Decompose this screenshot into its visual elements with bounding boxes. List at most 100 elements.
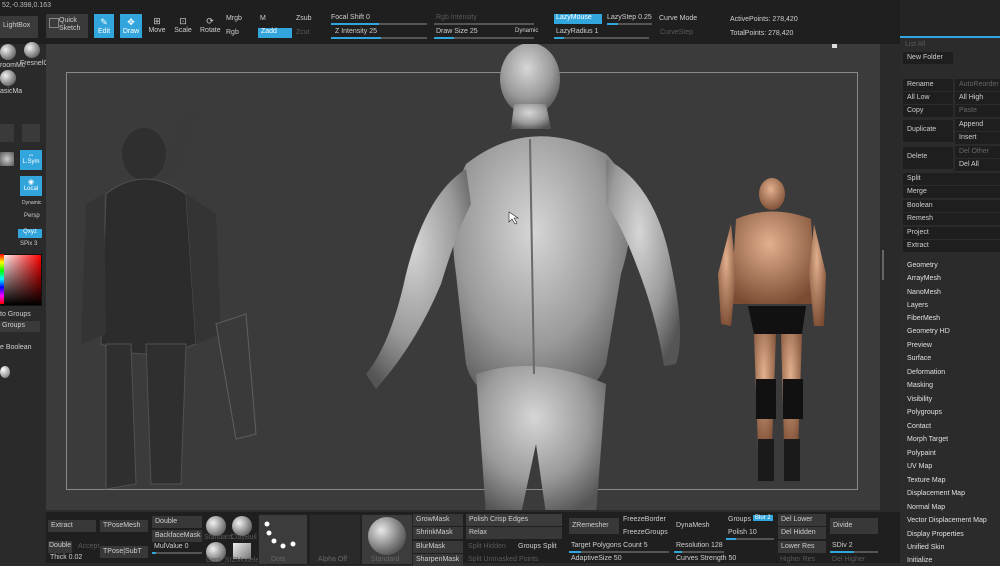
menu-polypaint[interactable]: Polypaint (907, 450, 936, 457)
groups-toggle[interactable]: Groups (728, 516, 751, 523)
freezeborder-button[interactable]: FreezeBorder (623, 516, 666, 523)
groups-split-button[interactable]: Groups Split (518, 543, 557, 550)
shrinkmask-button[interactable]: ShrinkMask (413, 527, 463, 539)
viewport-canvas[interactable] (46, 44, 880, 510)
autoreorder-button[interactable]: AutoReorder (955, 79, 1000, 91)
insert-button[interactable]: Insert (955, 132, 1000, 144)
all-low-button[interactable]: All Low (903, 92, 953, 104)
relax-button[interactable]: Relax (466, 527, 562, 539)
groups-button[interactable]: Groups (0, 321, 40, 332)
alpha-off-thumb[interactable]: Alpha Off (309, 514, 361, 565)
polish-crisp-edges-button[interactable]: Polish Crisp Edges (466, 514, 562, 526)
scale-mode-button[interactable]: ⊡ Scale (174, 16, 192, 34)
del-higher-button[interactable]: Del Higher (832, 556, 865, 563)
all-high-button[interactable]: All High (955, 92, 1000, 104)
live-boolean-button[interactable]: e Boolean (0, 344, 32, 351)
thick-slider[interactable]: Thick 0.02 (50, 554, 82, 561)
adaptive-size-slider[interactable]: AdaptiveSize 50 (571, 555, 622, 562)
persp-button[interactable]: Persp (24, 213, 40, 219)
snapshot-button[interactable] (0, 124, 14, 142)
curves-strength-slider[interactable]: Curves Strength 50 (676, 555, 736, 562)
material-sphere-2[interactable] (24, 42, 40, 58)
zsub-button[interactable]: Zsub (296, 15, 312, 22)
zcut-button[interactable]: Zcut (296, 29, 310, 36)
dynamic-toggle[interactable]: Dynamic (515, 28, 538, 34)
new-folder-button[interactable]: New Folder (903, 52, 953, 64)
lower-res-button[interactable]: Lower Res (778, 541, 826, 553)
list-all-button[interactable]: List All (905, 41, 925, 48)
split-unmasked-button[interactable]: Split Unmasked Points (468, 556, 538, 563)
sdiv-track[interactable] (830, 551, 878, 553)
z-intensity-slider[interactable]: Z Intensity 25 (335, 28, 377, 35)
mulvalue-track[interactable] (152, 552, 202, 554)
menu-masking[interactable]: Masking (907, 382, 933, 389)
target-polygons-slider[interactable]: Target Polygons Count 5 (571, 542, 648, 549)
tpose-subt-button[interactable]: TPose|SubT (100, 546, 148, 558)
extract-button[interactable]: Extract (903, 240, 1000, 252)
tposemesh-button[interactable]: TPoseMesh (100, 520, 148, 532)
polish-track[interactable] (726, 538, 774, 540)
rotate-mode-button[interactable]: ⟳ Rotate (200, 16, 221, 34)
resolution-slider[interactable]: Resolution 128 (676, 542, 723, 549)
local-button[interactable]: ◉ Local (20, 176, 42, 196)
blurmask-button[interactable]: BlurMask (413, 541, 463, 553)
menu-normal-map[interactable]: Normal Map (907, 504, 945, 511)
lazystep-track[interactable] (607, 23, 652, 25)
del-lower-button[interactable]: Del Lower (778, 514, 826, 526)
focal-shift-slider[interactable]: Focal Shift 0 (331, 14, 370, 21)
rgb-intensity-slider[interactable]: Rgb Intensity (436, 14, 477, 21)
duplicate-button[interactable]: Duplicate (903, 120, 953, 142)
lightbox-button[interactable]: LightBox (0, 16, 38, 38)
focal-shift-track[interactable] (331, 23, 427, 25)
extract-shelf-button[interactable]: Extract (48, 520, 96, 532)
target-polygons-track[interactable] (569, 551, 669, 553)
material-sphere-1[interactable] (0, 44, 16, 60)
freezegroups-button[interactable]: FreezeGroups (623, 529, 668, 536)
zadd-button[interactable]: Zadd (258, 28, 292, 38)
del-other-button[interactable]: Del Other (955, 146, 1000, 158)
lazymouse-button[interactable]: LazyMouse (554, 14, 602, 24)
xyz-button[interactable]: Qxyz (18, 229, 42, 238)
copy-button[interactable]: Copy (903, 105, 953, 117)
del-hidden-button[interactable]: Del Hidden (778, 527, 826, 539)
move-mode-button[interactable]: ⊞ Move (148, 16, 166, 34)
menu-polygroups[interactable]: Polygroups (907, 409, 942, 416)
draw-size-track[interactable] (434, 37, 534, 39)
standard-brush-thumb[interactable] (206, 516, 226, 536)
append-button[interactable]: Append (955, 119, 1000, 131)
m-button[interactable]: M (260, 15, 266, 22)
z-intensity-track[interactable] (331, 37, 427, 39)
split-button[interactable]: Split (903, 173, 1000, 185)
polish-slider[interactable]: Polish 10 (728, 529, 757, 536)
higher-res-button[interactable]: Higher Res (780, 556, 815, 563)
stroke-dots-thumb[interactable]: Dots (258, 514, 308, 565)
menu-geometry-hd[interactable]: Geometry HD (907, 328, 950, 335)
rgb-button[interactable]: Rgb (226, 29, 239, 36)
boolean-button[interactable]: Boolean (903, 200, 1000, 212)
right-divider[interactable] (880, 44, 900, 563)
delete-button[interactable]: Delete (903, 147, 953, 169)
menu-contact[interactable]: Contact (907, 423, 931, 430)
dynamesh-button[interactable]: DynaMesh (676, 522, 709, 529)
draw-mode-button[interactable]: ✥ Draw (120, 14, 142, 38)
menu-nanomesh[interactable]: NanoMesh (907, 289, 941, 296)
lazyradius-slider[interactable]: LazyRadius 1 (556, 28, 598, 35)
material-thumb[interactable]: Standard (361, 514, 413, 565)
menu-display-properties[interactable]: Display Properties (907, 531, 964, 538)
split-hidden-button[interactable]: Split Hidden (468, 543, 506, 550)
paste-button[interactable]: Paste (955, 105, 1000, 117)
claybuild-brush-thumb[interactable] (232, 516, 252, 536)
color-picker[interactable] (0, 254, 42, 306)
resolution-track[interactable] (674, 551, 724, 553)
menu-vector-displacement-map[interactable]: Vector Displacement Map (907, 517, 987, 524)
auto-groups-button[interactable]: to Groups (0, 311, 31, 318)
mulvalue-slider[interactable]: MulValue 0 (154, 543, 189, 550)
sdiv-slider[interactable]: SDiv 2 (832, 542, 853, 549)
rgb-intensity-track[interactable] (434, 23, 534, 25)
mrgb-button[interactable]: Mrgb (226, 15, 242, 22)
curve-mode-button[interactable]: Curve Mode (659, 15, 697, 22)
divide-button[interactable]: Divide (830, 518, 878, 534)
frame-icon[interactable] (0, 152, 14, 166)
menu-texture-map[interactable]: Texture Map (907, 477, 946, 484)
growmask-button[interactable]: GrowMask (413, 514, 463, 526)
